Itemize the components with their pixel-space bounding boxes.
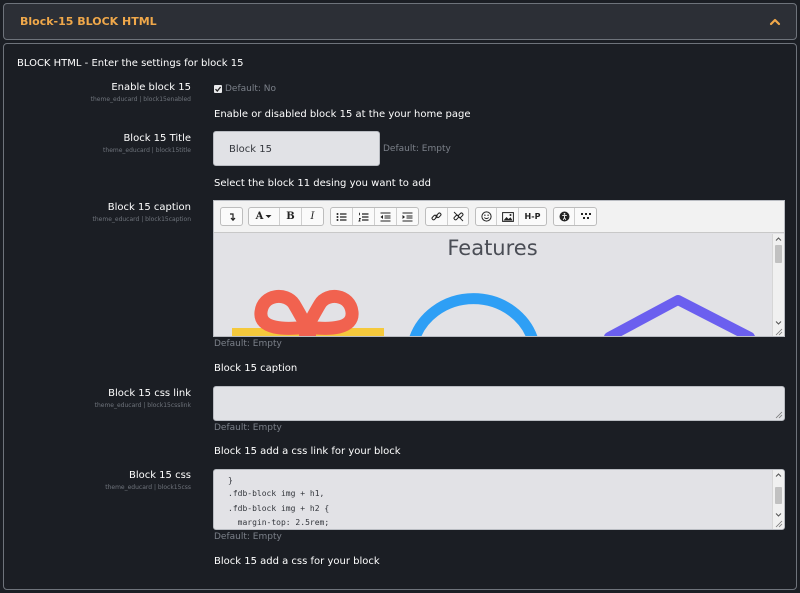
- block-section-title: Block-15 BLOCK HTML: [20, 15, 157, 28]
- editor-toolbar: A B I H-P: [214, 201, 784, 233]
- chevron-up-icon[interactable]: [768, 14, 782, 28]
- css-label: Block 15 css: [128, 470, 191, 481]
- css-code-line: }: [228, 476, 233, 485]
- enable-default: Default: No: [225, 84, 277, 94]
- toolbar-group-more: [220, 207, 243, 226]
- enable-setting-id: theme_educard | block15enabled: [90, 96, 191, 103]
- csslink-setting-id: theme_educard | block15csslink: [94, 402, 191, 409]
- title-input[interactable]: Block 15: [213, 131, 380, 166]
- features-illustrations: [232, 290, 755, 336]
- font-button-label: A: [255, 211, 264, 222]
- caption-label: Block 15 caption: [107, 202, 191, 213]
- enable-description: Enable or disabled block 15 at the your …: [214, 109, 471, 120]
- csslink-default: Default: Empty: [214, 423, 282, 433]
- csslink-label: Block 15 css link: [108, 388, 191, 399]
- accessibility-checker-icon[interactable]: [554, 208, 575, 225]
- editor-content-area[interactable]: Features: [214, 234, 771, 336]
- csslink-textarea[interactable]: [213, 386, 785, 421]
- show-more-buttons-icon[interactable]: [221, 208, 242, 225]
- enable-checkbox[interactable]: [214, 85, 222, 93]
- css-code-line: .fdb-block img + h2 {: [228, 504, 330, 513]
- circle-icon: [409, 293, 538, 336]
- font-color-icon[interactable]: A: [249, 208, 280, 225]
- css-description: Block 15 add a css for your block: [214, 556, 380, 567]
- ordered-list-icon[interactable]: [353, 208, 375, 225]
- toolbar-group-lists: [330, 207, 419, 226]
- gift-icon: [232, 290, 384, 336]
- indent-icon[interactable]: [397, 208, 418, 225]
- admin-settings-page: Block-15 BLOCK HTML BLOCK HTML - Enter t…: [0, 0, 800, 593]
- unordered-list-icon[interactable]: [331, 208, 353, 225]
- caption-description: Block 15 caption: [214, 363, 298, 374]
- csslink-description: Block 15 add a css link for your block: [214, 446, 401, 457]
- emoji-icon[interactable]: [476, 208, 497, 225]
- block-section-header[interactable]: Block-15 BLOCK HTML: [3, 3, 797, 40]
- caption-default: Default: Empty: [214, 339, 282, 349]
- toolbar-group-media: H-P: [475, 207, 547, 226]
- css-code-line: .fdb-block img + h1,: [228, 489, 325, 498]
- pentagon-icon: [604, 295, 755, 336]
- title-label: Block 15 Title: [123, 133, 191, 144]
- css-scrollbar[interactable]: [772, 470, 784, 529]
- unlink-icon[interactable]: [448, 208, 468, 225]
- title-description: Select the block 11 desing you want to a…: [214, 178, 431, 189]
- bold-icon[interactable]: B: [280, 208, 302, 225]
- enable-label: Enable block 15: [111, 82, 191, 93]
- image-icon[interactable]: [497, 208, 519, 225]
- block-settings-panel: BLOCK HTML - Enter the settings for bloc…: [3, 43, 797, 590]
- css-code-line: margin-top: 2.5rem;: [228, 518, 330, 527]
- css-setting-id: theme_educard | block15css: [105, 484, 191, 491]
- title-setting-id: theme_educard | block15title: [103, 147, 191, 154]
- italic-icon[interactable]: I: [302, 208, 323, 225]
- caption-editor[interactable]: A B I H-P Features: [213, 200, 785, 337]
- panel-title: BLOCK HTML - Enter the settings for bloc…: [17, 58, 244, 69]
- toolbar-group-accessibility: [553, 207, 597, 226]
- title-default: Default: Empty: [383, 144, 451, 154]
- caption-setting-id: theme_educard | block15caption: [92, 216, 192, 223]
- toolbar-group-links: [425, 207, 469, 226]
- css-code-textarea[interactable]: } .fdb-block img + h1, .fdb-block img + …: [213, 469, 785, 530]
- toolbar-group-text: A B I: [248, 207, 324, 226]
- css-default: Default: Empty: [214, 532, 282, 542]
- outdent-icon[interactable]: [375, 208, 397, 225]
- editor-scrollbar[interactable]: [772, 234, 784, 336]
- link-icon[interactable]: [426, 208, 448, 225]
- screenreader-helper-icon[interactable]: [575, 208, 596, 225]
- h5p-icon[interactable]: H-P: [519, 208, 546, 225]
